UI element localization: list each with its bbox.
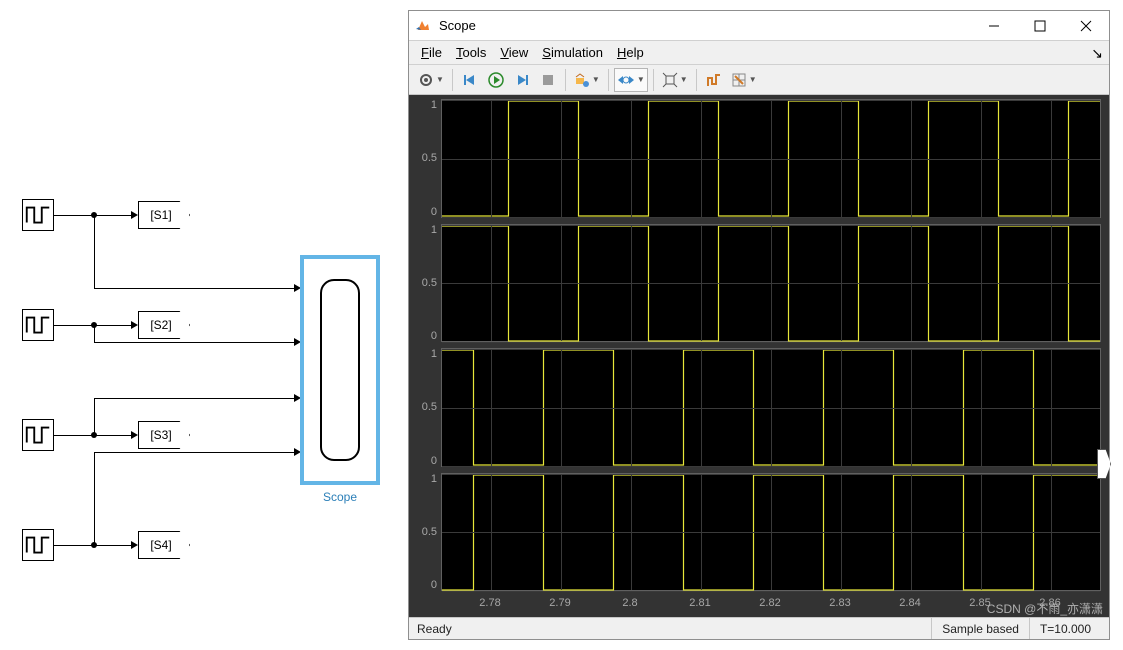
axes[interactable] [441,348,1101,467]
pulse-generator-block[interactable] [22,419,54,451]
matlab-icon [415,18,431,34]
plot-area[interactable]: 10.50 10.50 10.50 10.50 2.782.792.82.812… [409,95,1109,617]
watermark: CSDN @不雨_亦潇潇 [987,600,1103,617]
zoom-x-icon [617,73,635,87]
step-forward-icon [514,72,530,88]
axes[interactable] [441,473,1101,592]
scope-block-label: Scope [300,490,380,504]
goto-block[interactable]: [S2] [138,311,190,339]
step-forward-button[interactable] [510,68,534,92]
status-time: T=10.000 [1029,618,1101,639]
subplot-1[interactable]: 10.50 [413,99,1101,218]
axes[interactable] [441,99,1101,218]
goto-label: [S2] [150,318,171,332]
menu-overflow-icon[interactable]: ↘ [1091,45,1103,62]
zoom-x-button[interactable]: ▼ [614,68,648,92]
titlebar[interactable]: Scope [409,11,1109,41]
scope-block[interactable] [300,255,380,485]
status-sample: Sample based [931,618,1029,639]
goto-label: [S4] [150,538,171,552]
subplot-2[interactable]: 10.50 [413,224,1101,343]
subplot-3[interactable]: 10.50 [413,348,1101,467]
y-axis-labels: 10.50 [413,473,441,592]
pulse-generator-block[interactable] [22,309,54,341]
maximize-button[interactable] [1017,11,1063,41]
menu-help[interactable]: Help [611,43,650,62]
play-icon [488,72,504,88]
cursor-measure-button[interactable]: ▼ [728,68,760,92]
stop-icon [540,72,556,88]
close-button[interactable] [1063,11,1109,41]
menu-view[interactable]: View [494,43,534,62]
measurements-button[interactable] [702,68,726,92]
goto-block[interactable]: [S3] [138,421,190,449]
menu-simulation[interactable]: Simulation [536,43,609,62]
window-title: Scope [439,18,971,33]
autoscale-button[interactable]: ▼ [659,68,691,92]
goto-block[interactable]: [S4] [138,531,190,559]
simulink-canvas[interactable]: [S1] [S2] [S3] [S4] Scope [0,0,408,650]
trigger-button[interactable]: ▼ [571,68,603,92]
pulse-generator-block[interactable] [22,199,54,231]
step-back-icon [462,72,478,88]
signal-stats-icon [706,72,722,88]
menubar: File Tools View Simulation Help ↘ [409,41,1109,65]
stop-button[interactable] [536,68,560,92]
goto-label: [S3] [150,428,171,442]
menu-tools[interactable]: Tools [450,43,492,62]
trigger-icon [574,72,590,88]
goto-label: [S1] [150,208,171,222]
menu-file[interactable]: File [415,43,448,62]
pulse-generator-block[interactable] [22,529,54,561]
ruler-icon [731,72,747,88]
run-button[interactable] [484,68,508,92]
step-back-button[interactable] [458,68,482,92]
subplot-4[interactable]: 10.50 [413,473,1101,592]
status-ready: Ready [417,622,452,636]
statusbar: Ready Sample based T=10.000 [409,617,1109,639]
configure-button[interactable]: ▼ [415,68,447,92]
y-axis-labels: 10.50 [413,99,441,218]
gear-icon [418,72,434,88]
scope-window: Scope File Tools View Simulation Help ↘ … [408,10,1110,640]
autoscale-icon [662,72,678,88]
axes[interactable] [441,224,1101,343]
minimize-button[interactable] [971,11,1017,41]
y-axis-labels: 10.50 [413,224,441,343]
goto-block[interactable]: [S1] [138,201,190,229]
toolbar: ▼ ▼ ▼ ▼ ▼ [409,65,1109,95]
y-axis-labels: 10.50 [413,348,441,467]
